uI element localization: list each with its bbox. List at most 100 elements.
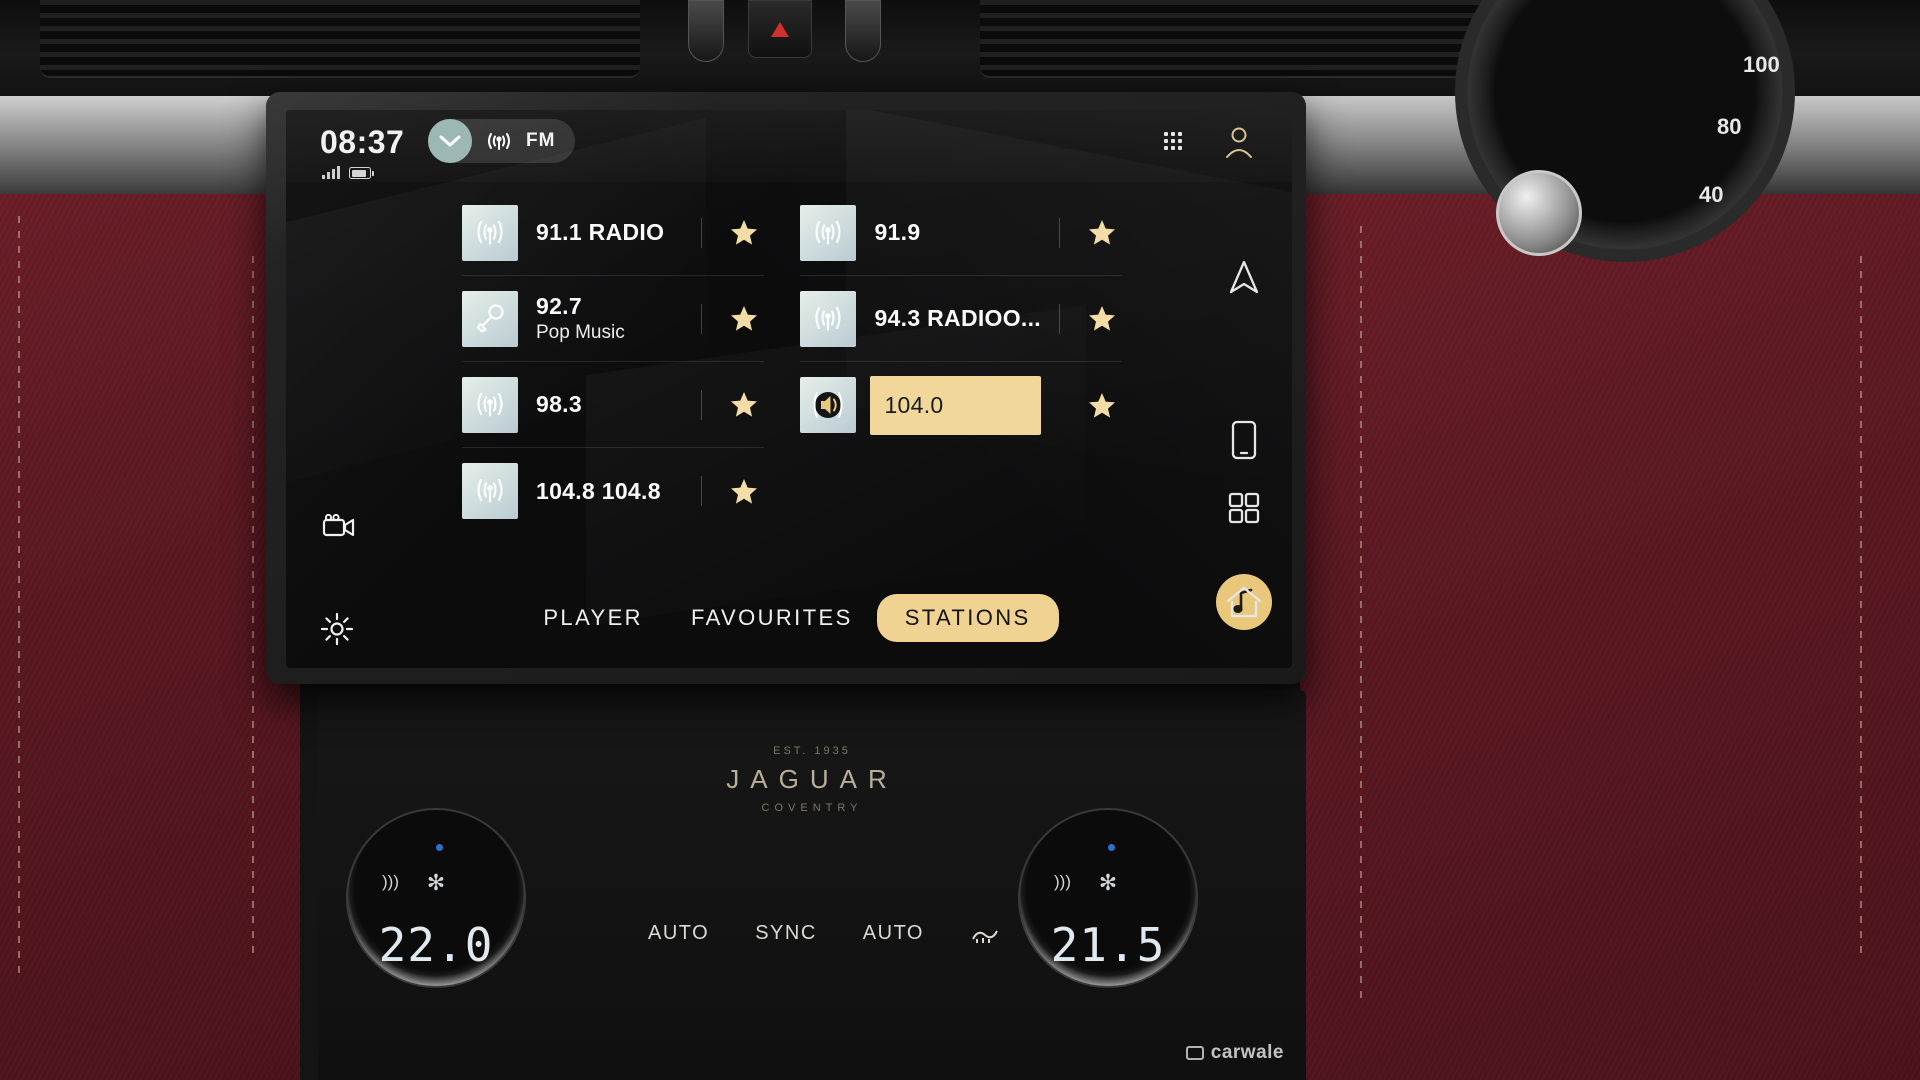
- fan-icon: ✻: [426, 870, 446, 895]
- favourite-star-icon[interactable]: [1082, 219, 1122, 246]
- favourite-star-icon[interactable]: [724, 391, 764, 418]
- source-label: FM: [526, 130, 556, 151]
- station-text: 104.8 104.8: [536, 478, 683, 505]
- stitch-line: [1860, 256, 1862, 956]
- battery-icon: [349, 167, 374, 179]
- home-icon[interactable]: [1216, 574, 1272, 630]
- chrome-trim-left: [0, 96, 300, 194]
- station-row[interactable]: 91.1 RADIO: [462, 190, 765, 276]
- climate-sync[interactable]: SYNC: [755, 922, 817, 945]
- apps-squares-icon[interactable]: [1216, 480, 1272, 536]
- radio-waves-icon: [482, 128, 516, 154]
- station-row-active[interactable]: 104.0: [800, 362, 1122, 448]
- tab-stations[interactable]: STATIONS: [876, 594, 1059, 642]
- phone-projection-icon[interactable]: [1216, 412, 1272, 468]
- stitch-line: [18, 216, 20, 976]
- apps-grid-icon[interactable]: [1164, 132, 1182, 150]
- navigation-arrow-icon[interactable]: [1216, 250, 1272, 306]
- brand-est: EST. 1935: [773, 745, 851, 757]
- clock: 08:37: [320, 124, 405, 160]
- audio-source-pill[interactable]: FM: [428, 119, 576, 163]
- dash-knob-right[interactable]: [845, 0, 881, 62]
- climate-temp-left: 22.0: [378, 918, 494, 972]
- lower-console: EST. 1935 JAGUAR COVENTRY ))) ✻ 22.0 )))…: [318, 690, 1306, 1080]
- brand-name: JAGUAR: [726, 764, 898, 794]
- carwale-logo-icon: [1185, 1046, 1204, 1060]
- row-divider: [701, 303, 703, 334]
- station-row[interactable]: 92.7 Pop Music: [462, 276, 765, 362]
- favourite-star-icon[interactable]: [724, 305, 764, 332]
- station-name: 91.1 RADIO: [536, 219, 665, 245]
- favourite-star-icon[interactable]: [724, 219, 764, 246]
- radio-tower-icon: [800, 204, 857, 261]
- radio-tower-icon: [462, 376, 518, 433]
- infotainment-screen[interactable]: 08:37 FM 91.1 RADIO 92.7 Pop Music 98.3 …: [286, 110, 1292, 668]
- station-row[interactable]: 91.9: [800, 190, 1122, 276]
- gauge-number: 40: [1699, 182, 1724, 207]
- tab-player[interactable]: PLAYER: [519, 594, 667, 642]
- station-row[interactable]: 98.3: [462, 362, 765, 448]
- row-divider: [701, 389, 703, 420]
- station-name: 98.3: [536, 391, 582, 417]
- station-name: 104.8 104.8: [536, 477, 661, 504]
- station-name: 94.3 RADIOO...: [874, 305, 1041, 331]
- dial-indicator-dot: [436, 844, 443, 851]
- signal-bars-icon: [322, 166, 340, 179]
- status-bar: 08:37 FM: [286, 110, 1292, 182]
- microphone-icon: [462, 290, 518, 347]
- station-column-right: 91.9 94.3 RADIOO... 104.0: [800, 190, 1122, 540]
- carwale-watermark: carwale: [1185, 1042, 1284, 1064]
- station-text: 92.7 Pop Music: [536, 293, 683, 344]
- chevron-down-icon[interactable]: [428, 119, 472, 163]
- dash-knob-left[interactable]: [688, 0, 724, 62]
- climate-dial-left[interactable]: ))) ✻ 22.0: [346, 808, 526, 988]
- row-divider: [1059, 217, 1060, 248]
- user-profile-icon[interactable]: [1224, 126, 1254, 160]
- station-subtitle: Pop Music: [536, 322, 625, 343]
- gauge-number: 80: [1717, 114, 1742, 139]
- infotainment-bezel: 08:37 FM 91.1 RADIO 92.7 Pop Music 98.3 …: [266, 92, 1306, 684]
- stitch-line: [1360, 226, 1362, 1006]
- favourite-star-icon[interactable]: [1082, 305, 1122, 332]
- station-column-left: 91.1 RADIO 92.7 Pop Music 98.3 104.8 104…: [462, 190, 765, 540]
- seat-heat-icon: ))): [382, 872, 399, 891]
- fan-icon: ✻: [1098, 870, 1118, 895]
- speaker-playing-icon: [800, 377, 857, 433]
- climate-temp-right: 21.5: [1050, 918, 1166, 972]
- station-name: 104.0: [884, 391, 944, 418]
- hazard-triangle-icon: [771, 21, 789, 37]
- climate-auto-left[interactable]: AUTO: [648, 922, 709, 945]
- station-name: 92.7: [536, 293, 582, 319]
- gauge-number: 100: [1743, 52, 1780, 77]
- dial-indicator-dot: [1108, 844, 1115, 851]
- seat-heat-icon: ))): [1054, 872, 1071, 891]
- radio-tower-icon: [800, 290, 857, 347]
- brand-city: COVENTRY: [761, 802, 863, 814]
- gauge-side-knob[interactable]: [1496, 170, 1582, 256]
- climate-dial-right[interactable]: ))) ✻ 21.5: [1018, 808, 1198, 988]
- defrost-icon[interactable]: [970, 923, 1000, 945]
- brand-badge: EST. 1935 JAGUAR COVENTRY: [318, 745, 1306, 814]
- leather-trim-left: [0, 96, 300, 1080]
- stitch-line: [252, 256, 254, 956]
- station-row[interactable]: 104.8 104.8: [462, 448, 764, 534]
- climate-auto-right[interactable]: AUTO: [863, 922, 924, 945]
- hazard-light-button[interactable]: [748, 0, 812, 58]
- tab-favourites[interactable]: FAVOURITES: [667, 594, 877, 642]
- favourite-star-icon[interactable]: [1082, 392, 1122, 419]
- radio-tower-icon: [462, 463, 518, 519]
- station-name: 91.9: [874, 219, 921, 245]
- row-divider: [701, 476, 703, 506]
- station-text: 98.3: [536, 391, 683, 418]
- radio-tower-icon: [462, 204, 518, 261]
- row-divider: [701, 217, 703, 248]
- row-divider: [1059, 390, 1060, 420]
- console-side-rail-lower: [1196, 480, 1292, 630]
- station-list: 91.1 RADIO 92.7 Pop Music 98.3 104.8 104…: [462, 190, 1122, 540]
- favourite-star-icon[interactable]: [724, 478, 764, 505]
- station-text: 91.1 RADIO: [536, 219, 683, 246]
- station-text: 104.0: [870, 375, 1041, 435]
- station-row[interactable]: 94.3 RADIOO...: [800, 276, 1122, 362]
- tab-bar: PLAYER FAVOURITES STATIONS: [286, 594, 1292, 642]
- media-camera-icon[interactable]: [322, 514, 356, 540]
